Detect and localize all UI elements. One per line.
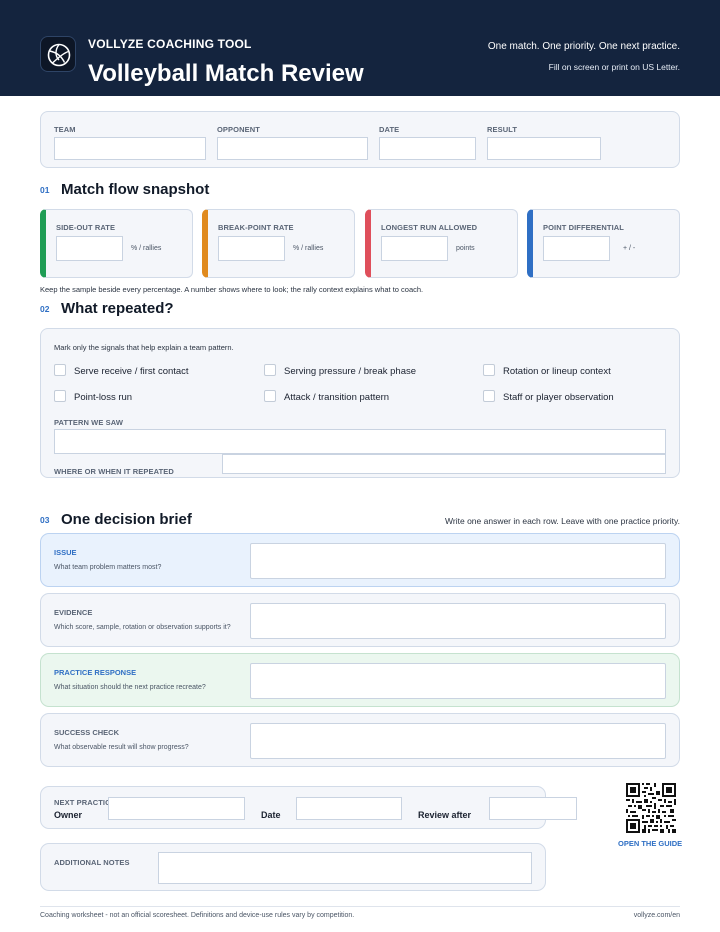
brief-row-evidence: EVIDENCE Which score, sample, rotation o… [40, 593, 680, 647]
additional-notes-label: ADDITIONAL NOTES [54, 858, 130, 867]
review-after-input[interactable] [489, 797, 577, 820]
side-out-rate-input[interactable] [56, 236, 123, 261]
metric-unit: % / rallies [131, 245, 162, 252]
volleyball-icon [47, 43, 71, 67]
section-3-title: One decision brief [61, 511, 192, 528]
checkbox-label: Point-loss run [74, 392, 133, 403]
practice-date-input[interactable] [296, 797, 402, 820]
footer-divider [40, 906, 680, 907]
checkbox-label: Attack / transition pattern [284, 392, 390, 403]
header-tagline: One match. One priority. One next practi… [487, 41, 680, 52]
section-3-instruction: Write one answer in each row. Leave with… [445, 516, 680, 526]
checkbox-label: Rotation or lineup context [503, 366, 611, 377]
break-point-rate-input[interactable] [218, 236, 285, 261]
opponent-input[interactable] [217, 137, 368, 160]
app-logo [40, 36, 76, 72]
brief-title: SUCCESS CHECK [54, 728, 120, 737]
metric-label: LONGEST RUN ALLOWED [381, 223, 478, 232]
checkbox-serving-pressure[interactable] [264, 364, 276, 376]
metric-unit: points [456, 245, 475, 252]
checkbox-label: Serve receive / first contact [74, 366, 189, 377]
header-subtag: Fill on screen or print on US Letter. [548, 62, 680, 72]
additional-notes-card: ADDITIONAL NOTES [40, 843, 546, 891]
brief-row-success-check: SUCCESS CHECK What observable result wil… [40, 713, 680, 767]
checkbox-staff-observation[interactable] [483, 390, 495, 402]
review-after-label: Review after [418, 810, 472, 820]
metric-break-point-rate: BREAK-POINT RATE % / rallies [202, 209, 355, 278]
metric-label: BREAK-POINT RATE [218, 223, 294, 232]
metric-unit: % / rallies [293, 245, 324, 252]
metric-label: POINT DIFFERENTIAL [543, 223, 624, 232]
page-title: Volleyball Match Review [88, 60, 364, 87]
date-label: Date [261, 810, 281, 820]
point-differential-input[interactable] [543, 236, 610, 261]
checkbox-point-loss-run[interactable] [54, 390, 66, 402]
additional-notes-input[interactable] [158, 852, 532, 884]
metric-point-differential: POINT DIFFERENTIAL + / - [527, 209, 680, 278]
brief-question: What situation should the next practice … [54, 684, 206, 691]
qr-code-icon[interactable] [626, 783, 676, 833]
where-input[interactable] [222, 454, 666, 474]
brief-title: PRACTICE RESPONSE [54, 668, 137, 677]
section-2-instruction: Mark only the signals that help explain … [54, 343, 234, 352]
brand-name: VOLLYZE COACHING TOOL [88, 37, 252, 51]
next-practice-label: NEXT PRACTIC [54, 798, 111, 807]
brief-title: EVIDENCE [54, 608, 93, 617]
result-label: RESULT [487, 125, 518, 134]
owner-label: Owner [54, 810, 83, 820]
match-info-card: TEAM OPPONENT DATE RESULT [40, 111, 680, 168]
team-label: TEAM [54, 125, 76, 134]
brief-row-practice-response: PRACTICE RESPONSE What situation should … [40, 653, 680, 707]
checkbox-label: Serving pressure / break phase [284, 366, 417, 377]
brief-question: What team problem matters most? [54, 564, 162, 571]
where-label: WHERE OR WHEN IT REPEATED [54, 467, 174, 476]
date-label: DATE [379, 125, 400, 134]
what-repeated-card: Mark only the signals that help explain … [40, 328, 680, 478]
page-header: VOLLYZE COACHING TOOL Volleyball Match R… [0, 0, 720, 96]
team-input[interactable] [54, 137, 206, 160]
open-guide-link[interactable]: OPEN THE GUIDE [618, 839, 682, 848]
brief-title: ISSUE [54, 548, 77, 557]
issue-input[interactable] [250, 543, 666, 579]
pattern-input[interactable] [54, 429, 666, 454]
opponent-label: OPPONENT [217, 125, 260, 134]
longest-run-input[interactable] [381, 236, 448, 261]
result-input[interactable] [487, 137, 601, 160]
metric-unit: + / - [623, 245, 636, 252]
checkbox-rotation-context[interactable] [483, 364, 495, 376]
section-2-title: What repeated? [61, 300, 174, 317]
brief-question: Which score, sample, rotation or observa… [54, 624, 231, 631]
section-1-title: Match flow snapshot [61, 181, 210, 198]
checkbox-attack-transition[interactable] [264, 390, 276, 402]
checkbox-serve-receive[interactable] [54, 364, 66, 376]
owner-input[interactable] [108, 797, 245, 820]
brief-question: What observable result will show progres… [54, 744, 189, 751]
metric-longest-run-allowed: LONGEST RUN ALLOWED points [365, 209, 518, 278]
checkbox-label: Staff or player observation [503, 392, 614, 403]
metric-label: SIDE-OUT RATE [56, 223, 116, 232]
evidence-input[interactable] [250, 603, 666, 639]
section-2-number: 02 [40, 304, 50, 314]
date-input[interactable] [379, 137, 476, 160]
footer-url[interactable]: vollyze.com/en [634, 912, 680, 919]
brief-row-issue: ISSUE What team problem matters most? [40, 533, 680, 587]
pattern-label: PATTERN WE SAW [54, 418, 124, 427]
metric-side-out-rate: SIDE-OUT RATE % / rallies [40, 209, 193, 278]
footer-disclaimer: Coaching worksheet - not an official sco… [40, 912, 355, 919]
success-check-input[interactable] [250, 723, 666, 759]
practice-response-input[interactable] [250, 663, 666, 699]
section-1-number: 01 [40, 185, 50, 195]
section-3-number: 03 [40, 515, 50, 525]
section-1-note: Keep the sample beside every percentage.… [40, 285, 424, 294]
